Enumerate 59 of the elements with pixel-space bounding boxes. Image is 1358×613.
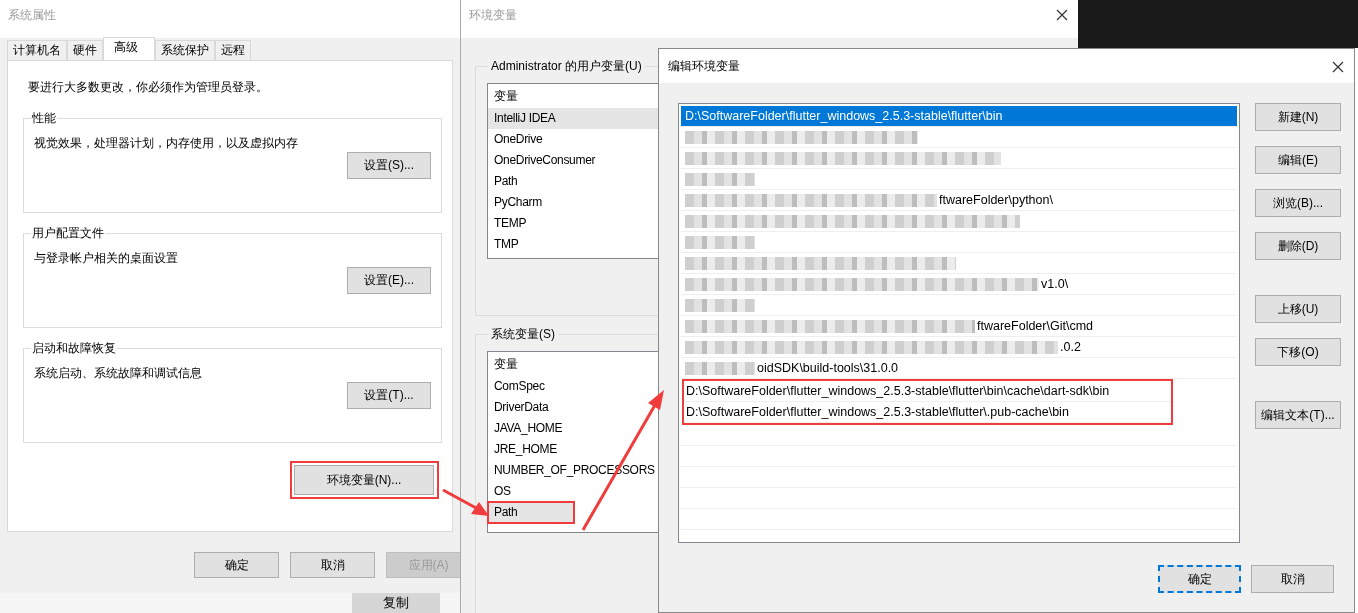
dialog-button[interactable]: 取消 bbox=[1251, 565, 1334, 593]
group-title: 系统变量(S) bbox=[490, 326, 556, 343]
path-entry[interactable]: D:\SoftwareFolder\flutter_windows_2.5.3-stable\flutter\bin bbox=[681, 106, 1237, 127]
environment-variables-button[interactable]: 环境变量(N)... bbox=[294, 465, 434, 495]
tab[interactable]: 计算机名 bbox=[7, 40, 67, 60]
blurred-text bbox=[685, 298, 755, 312]
side-button[interactable]: 编辑文本(T)... bbox=[1255, 401, 1341, 429]
side-button[interactable]: 新建(N) bbox=[1255, 103, 1341, 131]
group-title: 启动和故障恢复 bbox=[31, 340, 117, 357]
close-icon[interactable] bbox=[1056, 9, 1068, 21]
side-button[interactable]: 上移(U) bbox=[1255, 295, 1341, 323]
group-title: 性能 bbox=[31, 110, 57, 127]
path-entry[interactable]: oidSDK\build-tools\31.0.0 bbox=[681, 358, 1237, 379]
side-button[interactable]: 浏览(B)... bbox=[1255, 189, 1341, 217]
blurred-text bbox=[685, 361, 755, 375]
annotation-arrow bbox=[442, 488, 489, 516]
dialog-button[interactable]: 取消 bbox=[290, 552, 375, 578]
blurred-text bbox=[685, 235, 755, 249]
close-icon[interactable] bbox=[1332, 61, 1344, 73]
dialog-button[interactable]: 确定 bbox=[194, 552, 279, 578]
side-button[interactable]: 编辑(E) bbox=[1255, 146, 1341, 174]
group-description: 系统启动、系统故障和调试信息 bbox=[34, 365, 203, 382]
window-title: 环境变量 bbox=[469, 7, 517, 24]
settings-button[interactable]: 设置(T)... bbox=[347, 382, 431, 409]
column-header[interactable]: 变量 bbox=[494, 355, 518, 373]
tab[interactable]: 硬件 bbox=[67, 40, 103, 60]
tab[interactable]: 高级 bbox=[103, 37, 155, 60]
admin-note: 要进行大多数更改，你必须作为管理员登录。 bbox=[28, 79, 269, 96]
path-text: D:\SoftwareFolder\flutter_windows_2.5.3-stable\flutter\bin\cache\dart-sdk\bin bbox=[686, 384, 1110, 398]
path-text: oidSDK\build-tools\31.0.0 bbox=[757, 361, 899, 375]
path-text: D:\SoftwareFolder\flutter_windows_2.5.3-stable\flutter\.pub-cache\bin bbox=[686, 405, 1069, 419]
variable-row[interactable]: Path bbox=[488, 502, 574, 523]
tab[interactable]: 系统保护 bbox=[155, 40, 215, 60]
path-entry[interactable]: ftwareFolder\python\ bbox=[681, 190, 1237, 211]
group-description: 与登录帐户相关的桌面设置 bbox=[34, 250, 179, 267]
path-entry[interactable]: ftwareFolder\Git\cmd bbox=[681, 316, 1237, 337]
tab[interactable]: 远程 bbox=[215, 40, 251, 60]
side-button[interactable]: 下移(O) bbox=[1255, 338, 1341, 366]
settings-button[interactable]: 设置(S)... bbox=[347, 152, 431, 179]
window-title: 系统属性 bbox=[8, 7, 56, 24]
window-title: 编辑环境变量 bbox=[668, 57, 740, 75]
group-title: Administrator 的用户变量(U) bbox=[490, 58, 643, 75]
group-title: 用户配置文件 bbox=[31, 225, 105, 242]
column-header[interactable]: 变量 bbox=[494, 87, 518, 105]
path-entry[interactable]: D:\SoftwareFolder\flutter_windows_2.5.3-stable\flutter\.pub-cache\bin bbox=[684, 402, 1171, 423]
path-entry[interactable]: .0.2 bbox=[681, 337, 1237, 358]
settings-button[interactable]: 设置(E)... bbox=[347, 267, 431, 294]
path-entry[interactable]: D:\SoftwareFolder\flutter_windows_2.5.3-stable\flutter\bin\cache\dart-sdk\bin bbox=[684, 381, 1171, 402]
path-text: D:\SoftwareFolder\flutter_windows_2.5.3-stable\flutter\bin bbox=[685, 109, 1003, 123]
path-entry[interactable]: v1.0\ bbox=[681, 274, 1237, 295]
dialog-button[interactable]: 确定 bbox=[1158, 565, 1241, 593]
copy-button[interactable]: 复制 bbox=[352, 593, 440, 613]
path-text: ftwareFolder\python\ bbox=[939, 193, 1053, 207]
group-description: 视觉效果，处理器计划，内存使用，以及虚拟内存 bbox=[34, 135, 299, 152]
path-text: ftwareFolder\Git\cmd bbox=[977, 319, 1093, 333]
path-text: v1.0\ bbox=[1041, 277, 1069, 291]
path-text: .0.2 bbox=[1060, 340, 1081, 354]
side-button[interactable]: 删除(D) bbox=[1255, 232, 1341, 260]
blurred-text bbox=[685, 172, 755, 186]
